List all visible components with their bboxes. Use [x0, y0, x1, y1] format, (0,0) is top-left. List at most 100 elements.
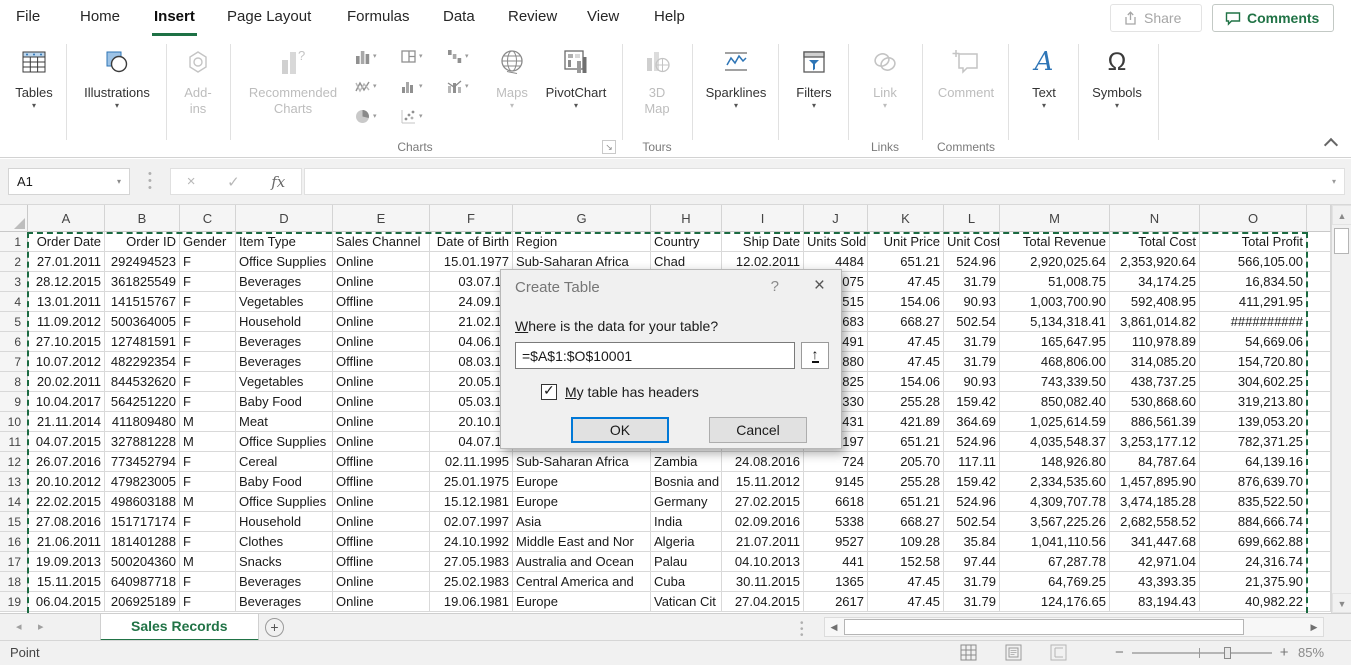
cell-D12[interactable]: Cereal — [236, 452, 333, 472]
cell-D1[interactable]: Item Type — [236, 232, 333, 252]
expand-formula-bar-icon[interactable]: ▾ — [1332, 177, 1336, 186]
row-header-11[interactable]: 11 — [0, 432, 28, 452]
cell-K2[interactable]: 651.21 — [868, 252, 944, 272]
cell-E19[interactable]: Online — [333, 592, 430, 612]
tab-page-layout[interactable]: Page Layout — [225, 0, 313, 36]
cell-filler[interactable] — [1307, 412, 1331, 432]
cell-B13[interactable]: 479823005 — [105, 472, 180, 492]
add-ins-button[interactable]: Add- ins — [172, 38, 224, 152]
cell-B3[interactable]: 361825549 — [105, 272, 180, 292]
column-header-C[interactable]: C — [180, 205, 236, 232]
cell-O13[interactable]: 876,639.70 — [1200, 472, 1307, 492]
cell-L12[interactable]: 117.11 — [944, 452, 1000, 472]
cell-K12[interactable]: 205.70 — [868, 452, 944, 472]
cell-L19[interactable]: 31.79 — [944, 592, 1000, 612]
cell-H1[interactable]: Country — [651, 232, 722, 252]
cell-F12[interactable]: 02.11.1995 — [430, 452, 513, 472]
cell-D16[interactable]: Clothes — [236, 532, 333, 552]
cell-N1[interactable]: Total Cost — [1110, 232, 1200, 252]
cell-K7[interactable]: 47.45 — [868, 352, 944, 372]
cell-L13[interactable]: 159.42 — [944, 472, 1000, 492]
row-header-4[interactable]: 4 — [0, 292, 28, 312]
cell-D8[interactable]: Vegetables — [236, 372, 333, 392]
cell-G1[interactable]: Region — [513, 232, 651, 252]
cell-M8[interactable]: 743,339.50 — [1000, 372, 1110, 392]
headers-checkbox-row[interactable]: ✓ My table has headers — [541, 384, 699, 400]
cell-C16[interactable]: F — [180, 532, 236, 552]
cell-I16[interactable]: 21.07.2011 — [722, 532, 804, 552]
my-table-has-headers-checkbox[interactable]: ✓ — [541, 384, 557, 400]
maps-button[interactable]: Maps ▾ — [488, 38, 536, 152]
cell-A2[interactable]: 27.01.2011 — [28, 252, 105, 272]
column-header-I[interactable]: I — [722, 205, 804, 232]
cell-O8[interactable]: 304,602.25 — [1200, 372, 1307, 392]
cell-B2[interactable]: 292494523 — [105, 252, 180, 272]
comment-button[interactable]: Comment — [928, 38, 1004, 152]
cell-M13[interactable]: 2,334,535.60 — [1000, 472, 1110, 492]
column-header-D[interactable]: D — [236, 205, 333, 232]
cell-N15[interactable]: 2,682,558.52 — [1110, 512, 1200, 532]
cell-L6[interactable]: 31.79 — [944, 332, 1000, 352]
tab-home[interactable]: Home — [78, 0, 122, 36]
cell-filler[interactable] — [1307, 572, 1331, 592]
cell-C1[interactable]: Gender — [180, 232, 236, 252]
column-header-A[interactable]: A — [28, 205, 105, 232]
horizontal-scrollbar[interactable]: ◀ ▶ — [824, 617, 1324, 637]
cell-H12[interactable]: Zambia — [651, 452, 722, 472]
cell-L3[interactable]: 31.79 — [944, 272, 1000, 292]
select-all-corner[interactable] — [0, 205, 28, 232]
insert-pie-chart-button[interactable]: ▾ — [354, 104, 390, 128]
cell-N11[interactable]: 3,253,177.12 — [1110, 432, 1200, 452]
cell-E10[interactable]: Online — [333, 412, 430, 432]
cell-E17[interactable]: Offline — [333, 552, 430, 572]
dialog-help-icon[interactable]: ? — [771, 278, 779, 295]
cell-O18[interactable]: 21,375.90 — [1200, 572, 1307, 592]
name-box[interactable]: A1 ▾ — [8, 168, 130, 195]
cell-E12[interactable]: Offline — [333, 452, 430, 472]
cell-E13[interactable]: Offline — [333, 472, 430, 492]
cell-D6[interactable]: Beverages — [236, 332, 333, 352]
formula-bar-splitter[interactable]: ••• — [148, 171, 152, 192]
cell-O6[interactable]: 54,669.06 — [1200, 332, 1307, 352]
cell-F19[interactable]: 19.06.1981 — [430, 592, 513, 612]
cell-M19[interactable]: 124,176.65 — [1000, 592, 1110, 612]
cell-D9[interactable]: Baby Food — [236, 392, 333, 412]
cell-C15[interactable]: F — [180, 512, 236, 532]
cell-D17[interactable]: Snacks — [236, 552, 333, 572]
cell-E6[interactable]: Online — [333, 332, 430, 352]
cell-O14[interactable]: 835,522.50 — [1200, 492, 1307, 512]
cell-K14[interactable]: 651.21 — [868, 492, 944, 512]
column-header-N[interactable]: N — [1110, 205, 1200, 232]
cell-C7[interactable]: F — [180, 352, 236, 372]
cell-C3[interactable]: F — [180, 272, 236, 292]
cell-O19[interactable]: 40,982.22 — [1200, 592, 1307, 612]
cell-N3[interactable]: 34,174.25 — [1110, 272, 1200, 292]
cell-L7[interactable]: 31.79 — [944, 352, 1000, 372]
cancel-entry-icon[interactable]: × — [187, 173, 196, 190]
cell-C11[interactable]: M — [180, 432, 236, 452]
cell-L11[interactable]: 524.96 — [944, 432, 1000, 452]
cell-C8[interactable]: F — [180, 372, 236, 392]
cell-A1[interactable]: Order Date — [28, 232, 105, 252]
cell-A3[interactable]: 28.12.2015 — [28, 272, 105, 292]
tab-review[interactable]: Review — [506, 0, 559, 36]
cell-filler[interactable] — [1307, 452, 1331, 472]
cell-A4[interactable]: 13.01.2011 — [28, 292, 105, 312]
cell-L8[interactable]: 90.93 — [944, 372, 1000, 392]
cell-N6[interactable]: 110,978.89 — [1110, 332, 1200, 352]
cell-D10[interactable]: Meat — [236, 412, 333, 432]
row-header-5[interactable]: 5 — [0, 312, 28, 332]
cell-M16[interactable]: 1,041,110.56 — [1000, 532, 1110, 552]
cell-E9[interactable]: Online — [333, 392, 430, 412]
cell-E2[interactable]: Online — [333, 252, 430, 272]
cell-K9[interactable]: 255.28 — [868, 392, 944, 412]
cell-D19[interactable]: Beverages — [236, 592, 333, 612]
cell-filler[interactable] — [1307, 292, 1331, 312]
row-header-2[interactable]: 2 — [0, 252, 28, 272]
cell-E4[interactable]: Offline — [333, 292, 430, 312]
cell-J16[interactable]: 9527 — [804, 532, 868, 552]
cell-M3[interactable]: 51,008.75 — [1000, 272, 1110, 292]
zoom-in-icon[interactable]: + — [1280, 644, 1289, 661]
cell-L2[interactable]: 524.96 — [944, 252, 1000, 272]
cell-F14[interactable]: 15.12.1981 — [430, 492, 513, 512]
